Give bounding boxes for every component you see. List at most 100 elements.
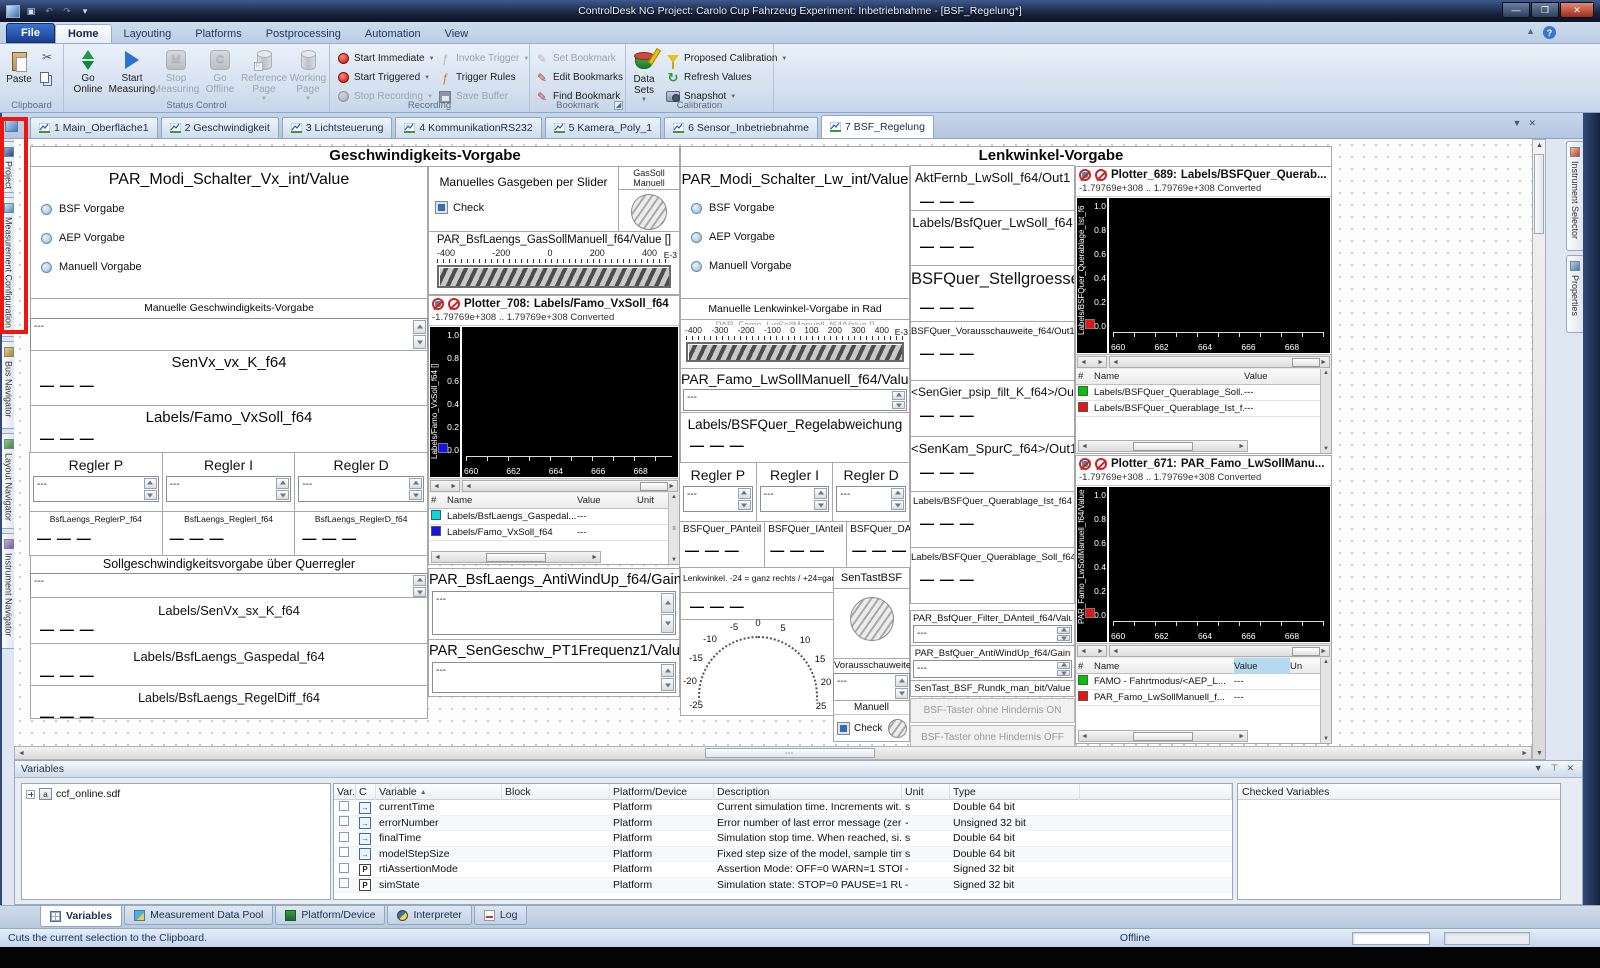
bottom-tab[interactable]: Variables [40,906,122,927]
variable-checkbox[interactable] [339,863,349,873]
col-unit[interactable]: Unit [902,784,950,800]
edit-disabled-icon[interactable] [448,298,460,310]
gas-check[interactable]: Check [429,189,618,214]
edit-disabled-icon[interactable] [1095,169,1107,181]
cursor-disabled-icon[interactable] [432,298,444,310]
variable-row[interactable]: errorNumber Platform Error number of las… [334,816,1232,832]
bookmark-button[interactable]: Set Bookmark [535,50,623,67]
spinner[interactable] [891,488,904,510]
variable-checkbox[interactable] [339,832,349,842]
spinner[interactable] [738,488,751,510]
regler-input[interactable]: --- [683,486,753,512]
cursor-disabled-icon[interactable] [1079,169,1091,181]
variable-row[interactable]: currentTime Platform Current simulation … [334,800,1232,816]
edit-disabled-icon[interactable] [1095,458,1107,470]
manuell-knob[interactable] [888,719,907,738]
copy-icon[interactable] [40,72,49,83]
spinner[interactable] [814,488,827,510]
calibration-button[interactable]: Refresh Values [666,69,787,86]
bottom-tab[interactable]: Log [474,906,528,925]
minimize-button[interactable]: — [1502,2,1530,18]
lwsoll-input[interactable]: --- [683,389,907,411]
y-scrollbar[interactable]: ◄► [1077,356,1107,368]
regler-input[interactable]: --- [836,486,906,512]
pane-dropdown-icon[interactable]: ▼ [1534,763,1543,774]
status-control-button[interactable]: C Go Offline [198,45,242,102]
close-button[interactable]: ✕ [1560,2,1594,18]
sorted-column-header[interactable]: Value [1234,658,1290,674]
tab-list-dropdown-icon[interactable]: ▼ [1513,118,1522,129]
legend-row[interactable]: Labels/BsfLaengs_Gaspedal... --- [429,509,679,525]
spinner[interactable] [661,593,674,633]
layout-tab[interactable]: 4 KommunikationRS232 [395,117,541,138]
col-variable[interactable]: Variable▲ [376,784,502,800]
table-scrollbar[interactable]: ◄► [431,551,601,563]
ribbon-tab[interactable]: Postprocessing [254,25,353,43]
ribbon-tab[interactable]: Automation [353,25,433,43]
regler-input[interactable]: --- [33,476,159,502]
gas-slider-track[interactable] [437,265,671,288]
bottom-tab[interactable]: Interpreter [387,906,471,925]
voraus-input[interactable]: --- [833,673,910,701]
col-description[interactable]: Description [714,784,902,800]
variable-checkbox[interactable] [339,816,349,826]
x-scrollbar[interactable]: ◄► [462,480,678,492]
col-platform[interactable]: Platform/Device [610,784,714,800]
cut-icon[interactable] [40,50,54,64]
bsf-taster-button[interactable]: BSF-Taster ohne Hindernis OFF [910,725,1075,746]
status-control-button[interactable]: Working Page▼ [286,45,330,102]
gas-knob[interactable] [631,194,667,230]
table-scrollbar[interactable]: ◄► [1078,730,1248,742]
ribbon-tab[interactable]: View [433,25,481,43]
recording-button[interactable]: Invoke Trigger▼ [438,50,529,67]
x-scrollbar[interactable]: ◄► [1109,356,1330,368]
spinner[interactable] [1057,662,1070,676]
variable-row[interactable]: simState Platform Simulation state: STOP… [334,878,1232,894]
recording-button[interactable]: Start Immediate▼ [336,50,435,67]
calibration-button[interactable]: Proposed Calibration▼ [666,50,787,67]
mode-radio[interactable]: AEP Vorgabe [691,231,909,243]
table-vscrollbar[interactable]: ▲≡▼ [668,493,679,564]
close-layout-icon[interactable]: ✕ [1528,118,1536,129]
status-control-button[interactable]: Start Measuring [110,45,154,102]
regler-input[interactable]: --- [760,486,830,512]
status-control-button[interactable]: R Reference Page▼ [242,45,286,102]
steer-slider-track[interactable] [686,342,904,362]
col-c[interactable]: C [356,784,376,800]
mode-radio[interactable]: BSF Vorgabe [691,202,909,214]
spinner[interactable] [661,664,674,691]
variable-row[interactable]: finalTime Platform Simulation stop time.… [334,831,1232,847]
dock-tab[interactable]: Properties [1566,255,1583,333]
manuell-check[interactable]: Check [834,715,909,738]
tree-item-sdf[interactable]: a ccf_online.sdf [22,784,330,804]
pane-close-icon[interactable]: ✕ [1566,763,1574,774]
spinner[interactable] [144,478,157,500]
ribbon-tab[interactable]: Layouting [112,25,184,43]
canvas-hscrollbar[interactable]: ◄► [14,746,1532,760]
col-type[interactable]: Type [950,784,1080,800]
col-block[interactable]: Block [502,784,610,800]
restore-button[interactable]: ❐ [1531,2,1559,18]
spinner[interactable] [413,575,426,597]
legend-row[interactable]: Labels/Famo_VxSoll_f64 --- [429,525,679,541]
legend-row[interactable]: PAR_Famo_LwSollManuell_f... --- [1076,690,1331,706]
legend-row[interactable]: FAMO - Fahrtmodus/<AEP_L... --- [1076,674,1331,690]
bookmark-button[interactable]: Edit Bookmarks [535,69,623,86]
recording-button[interactable]: Trigger Rules [438,69,529,86]
mode-radio[interactable]: Manuell Vorgabe [691,260,909,272]
parameter-input[interactable]: --- [913,660,1072,678]
legend-row[interactable]: Labels/BSFQuer_Querablage_Ist_f... --- [1076,401,1331,417]
expander-icon[interactable] [26,790,35,799]
layout-tab[interactable]: 6 Sensor_Inbetriebnahme [664,117,818,138]
regler-input[interactable]: --- [298,476,424,502]
spinner[interactable] [1057,627,1070,641]
status-control-button[interactable]: Go Online [66,45,110,102]
variable-checkbox[interactable] [339,847,349,857]
table-vscrollbar[interactable]: ▲▼ [1320,369,1331,453]
recording-button[interactable]: Start Triggered▼ [336,69,435,86]
y-scrollbar[interactable]: ◄► [1077,645,1107,657]
variable-row[interactable]: rtiAssertionMode Platform Assertion Mode… [334,862,1232,878]
table-vscrollbar[interactable]: ▲▼ [1320,658,1331,743]
ribbon-tab[interactable]: Platforms [183,25,253,43]
help-icon[interactable]: ? [1543,26,1556,39]
